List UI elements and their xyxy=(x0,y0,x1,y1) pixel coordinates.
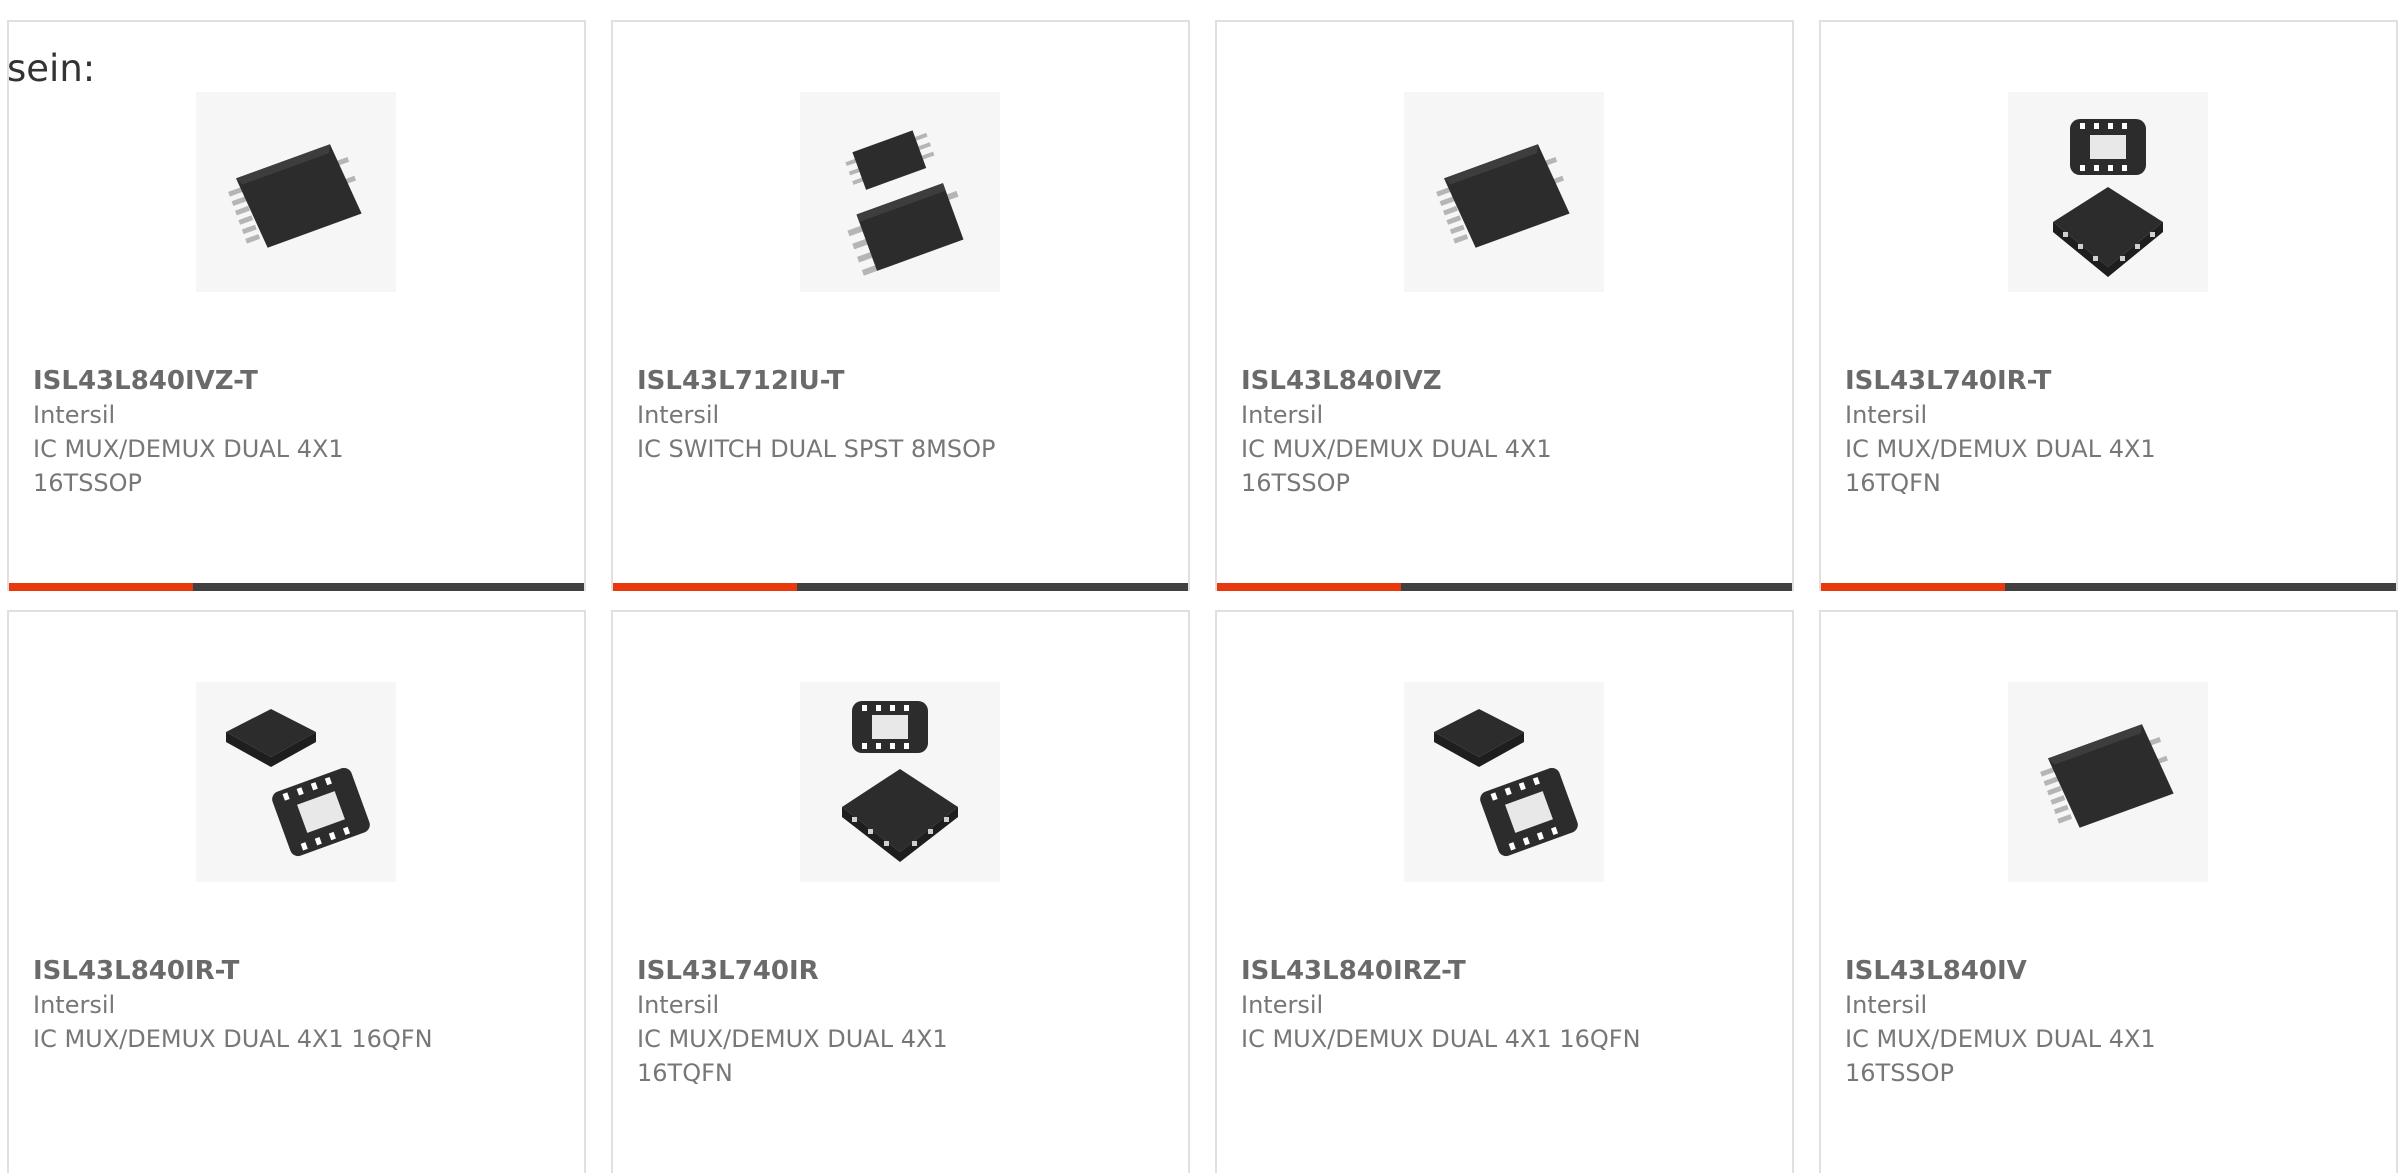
card-progress-bar xyxy=(613,583,1188,591)
manufacturer: Intersil xyxy=(1241,991,1324,1019)
part-number[interactable]: ISL43L840IVZ xyxy=(1241,364,1772,398)
card-progress-bar xyxy=(9,583,584,591)
part-number[interactable]: ISL43L740IR xyxy=(637,954,1168,988)
manufacturer: Intersil xyxy=(33,991,116,1019)
product-card[interactable]: ISL43L740IR-T Intersil IC MUX/DEMUX DUAL… xyxy=(1819,20,2398,591)
product-card[interactable]: ISL43L840IVZ-T Intersil IC MUX/DEMUX DUA… xyxy=(7,20,586,591)
manufacturer: Intersil xyxy=(33,401,116,429)
qfn-chip-icon xyxy=(2008,92,2208,292)
product-card[interactable]: ISL43L840IR-T Intersil IC MUX/DEMUX DUAL… xyxy=(7,610,586,1173)
qfn-chip-icon xyxy=(196,682,396,882)
part-number[interactable]: ISL43L840IRZ-T xyxy=(1241,954,1772,988)
product-card[interactable]: ISL43L712IU-T Intersil IC SWITCH DUAL SP… xyxy=(611,20,1190,591)
card-progress-bar xyxy=(1821,583,2396,591)
card-progress-accent xyxy=(613,583,797,591)
description: IC MUX/DEMUX DUAL 4X1 16TQFN xyxy=(637,1025,948,1087)
part-number[interactable]: ISL43L740IR-T xyxy=(1845,364,2376,398)
description: IC MUX/DEMUX DUAL 4X1 16TQFN xyxy=(1845,435,2156,497)
tssop-chip-icon xyxy=(196,92,396,292)
msop-chip-icon xyxy=(800,92,1000,292)
part-number[interactable]: ISL43L840IVZ-T xyxy=(33,364,564,398)
manufacturer: Intersil xyxy=(637,991,720,1019)
description: IC SWITCH DUAL SPST 8MSOP xyxy=(637,435,996,463)
product-card[interactable]: ISL43L740IR Intersil IC MUX/DEMUX DUAL 4… xyxy=(611,610,1190,1173)
manufacturer: Intersil xyxy=(637,401,720,429)
manufacturer: Intersil xyxy=(1845,991,1928,1019)
description: IC MUX/DEMUX DUAL 4X1 16TSSOP xyxy=(1241,435,1552,497)
manufacturer: Intersil xyxy=(1845,401,1928,429)
tssop-chip-icon xyxy=(1404,92,1604,292)
description: IC MUX/DEMUX DUAL 4X1 16TSSOP xyxy=(1845,1025,2156,1087)
qfn-chip-icon xyxy=(1404,682,1604,882)
product-grid-page: sein: ISL43L840IVZ-T Intersil IC MUX/DEM… xyxy=(0,0,2400,1173)
part-number[interactable]: ISL43L712IU-T xyxy=(637,364,1168,398)
description: IC MUX/DEMUX DUAL 4X1 16QFN xyxy=(33,1025,433,1053)
qfn-chip-icon xyxy=(800,682,1000,882)
product-card[interactable]: ISL43L840IRZ-T Intersil IC MUX/DEMUX DUA… xyxy=(1215,610,1794,1173)
card-progress-accent xyxy=(1821,583,2005,591)
product-card[interactable]: ISL43L840IVZ Intersil IC MUX/DEMUX DUAL … xyxy=(1215,20,1794,591)
tssop-chip-icon xyxy=(2008,682,2208,882)
manufacturer: Intersil xyxy=(1241,401,1324,429)
card-progress-accent xyxy=(1217,583,1401,591)
card-progress-accent xyxy=(9,583,193,591)
description: IC MUX/DEMUX DUAL 4X1 16TSSOP xyxy=(33,435,344,497)
part-number[interactable]: ISL43L840IV xyxy=(1845,954,2376,988)
card-progress-bar xyxy=(1217,583,1792,591)
description: IC MUX/DEMUX DUAL 4X1 16QFN xyxy=(1241,1025,1641,1053)
intro-text: sein: xyxy=(7,47,96,90)
product-grid: ISL43L840IVZ-T Intersil IC MUX/DEMUX DUA… xyxy=(7,20,2400,1173)
product-card[interactable]: ISL43L840IV Intersil IC MUX/DEMUX DUAL 4… xyxy=(1819,610,2398,1173)
part-number[interactable]: ISL43L840IR-T xyxy=(33,954,564,988)
